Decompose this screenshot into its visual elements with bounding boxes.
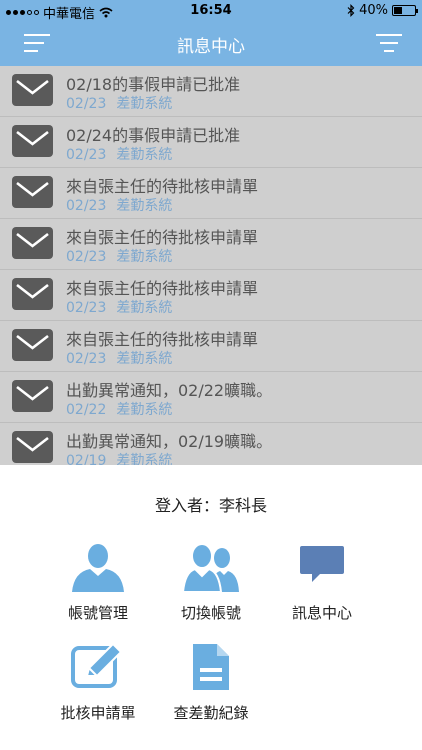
message-date: 02/23 xyxy=(66,96,107,112)
message-source: 差勤系統 xyxy=(116,351,173,367)
message-meta: 02/23 差勤系統 xyxy=(66,246,172,266)
message-date: 02/19 xyxy=(66,453,107,465)
login-user-label: 登入者：李科長 xyxy=(154,496,267,515)
action-label: 切換帳號 xyxy=(180,604,241,622)
message-item[interactable]: 出勤異常通知，02/22曠職。 02/22 差勤系統 xyxy=(0,372,422,423)
message-source: 差勤系統 xyxy=(116,147,173,163)
message-source: 差勤系統 xyxy=(116,300,173,316)
message-date: 02/23 xyxy=(66,198,107,214)
message-date: 02/23 xyxy=(66,249,107,265)
filter-icon[interactable] xyxy=(376,34,402,54)
message-source: 差勤系統 xyxy=(116,402,173,418)
battery-percent: 40% xyxy=(359,3,388,18)
message-title: 來自張主任的待批核申請單 xyxy=(66,228,259,247)
message-title: 出勤異常通知，02/19曠職。 xyxy=(66,432,273,451)
message-item[interactable]: 02/24的事假申請已批准 02/23 差勤系統 xyxy=(0,117,422,168)
battery-fill xyxy=(394,7,402,14)
message-title: 02/18的事假申請已批准 xyxy=(66,75,241,94)
edit-icon xyxy=(71,642,123,688)
message-item[interactable]: 02/18的事假申請已批准 02/23 差勤系統 xyxy=(0,66,422,117)
message-source: 差勤系統 xyxy=(116,249,173,265)
message-item[interactable]: 來自張主任的待批核申請單 02/23 差勤系統 xyxy=(0,321,422,372)
message-date: 02/23 xyxy=(66,351,107,367)
speech-bubble-icon xyxy=(300,546,344,582)
message-meta: 02/19 差勤系統 xyxy=(66,450,172,465)
message-item[interactable]: 來自張主任的待批核申請單 02/23 差勤系統 xyxy=(0,270,422,321)
action-label: 訊息中心 xyxy=(291,604,352,622)
account-management-button[interactable]: 帳號管理 xyxy=(38,542,158,623)
message-title: 02/24的事假申請已批准 xyxy=(66,126,241,145)
message-meta: 02/23 差勤系統 xyxy=(66,93,172,113)
action-label: 帳號管理 xyxy=(67,604,128,622)
battery-icon xyxy=(392,5,418,16)
message-center-button[interactable]: 訊息中心 xyxy=(262,542,382,623)
message-source: 差勤系統 xyxy=(116,96,173,112)
message-item[interactable]: 來自張主任的待批核申請單 02/23 差勤系統 xyxy=(0,219,422,270)
message-meta: 02/22 差勤系統 xyxy=(66,399,172,419)
people-icon xyxy=(182,543,239,592)
envelope-icon xyxy=(12,74,53,106)
envelope-icon xyxy=(12,329,53,361)
envelope-icon xyxy=(12,176,53,208)
document-icon xyxy=(193,644,229,690)
envelope-icon xyxy=(12,380,53,412)
message-meta: 02/23 差勤系統 xyxy=(66,297,172,317)
envelope-icon xyxy=(12,431,53,463)
bluetooth-icon xyxy=(347,4,355,17)
message-title: 來自張主任的待批核申請單 xyxy=(66,279,259,298)
approve-requests-button[interactable]: 批核申請單 xyxy=(38,642,158,723)
message-date: 02/23 xyxy=(66,300,107,316)
switch-account-button[interactable]: 切換帳號 xyxy=(151,542,271,623)
message-meta: 02/23 差勤系統 xyxy=(66,195,172,215)
message-item[interactable]: 出勤異常通知，02/19曠職。 02/19 差勤系統 xyxy=(0,423,422,465)
status-right: 40% xyxy=(347,3,418,18)
header: 訊息中心 xyxy=(0,22,422,66)
message-date: 02/22 xyxy=(66,402,107,418)
message-list: 02/18的事假申請已批准 02/23 差勤系統 02/24的事假申請已批准 02/23… xyxy=(0,66,422,465)
action-label: 批核申請單 xyxy=(60,704,136,722)
envelope-icon xyxy=(12,227,53,259)
message-source: 差勤系統 xyxy=(116,198,173,214)
page-title: 訊息中心 xyxy=(177,37,245,57)
message-date: 02/23 xyxy=(66,147,107,163)
message-source: 差勤系統 xyxy=(116,453,173,465)
envelope-icon xyxy=(12,125,53,157)
status-bar: 中華電信 16:54 40% xyxy=(0,0,422,22)
attendance-records-button[interactable]: 查差勤紀錄 xyxy=(151,642,271,723)
person-icon xyxy=(72,544,124,592)
bottom-sheet: 登入者：李科長 帳號管理 切換帳號 訊息中心 批核申請單 查差勤紀錄 xyxy=(0,465,422,750)
message-meta: 02/23 差勤系統 xyxy=(66,144,172,164)
message-title: 來自張主任的待批核申請單 xyxy=(66,177,259,196)
message-title: 出勤異常通知，02/22曠職。 xyxy=(66,381,273,400)
message-meta: 02/23 差勤系統 xyxy=(66,348,172,368)
message-title: 來自張主任的待批核申請單 xyxy=(66,330,259,349)
action-label: 查差勤紀錄 xyxy=(173,704,249,722)
message-item[interactable]: 來自張主任的待批核申請單 02/23 差勤系統 xyxy=(0,168,422,219)
envelope-icon xyxy=(12,278,53,310)
